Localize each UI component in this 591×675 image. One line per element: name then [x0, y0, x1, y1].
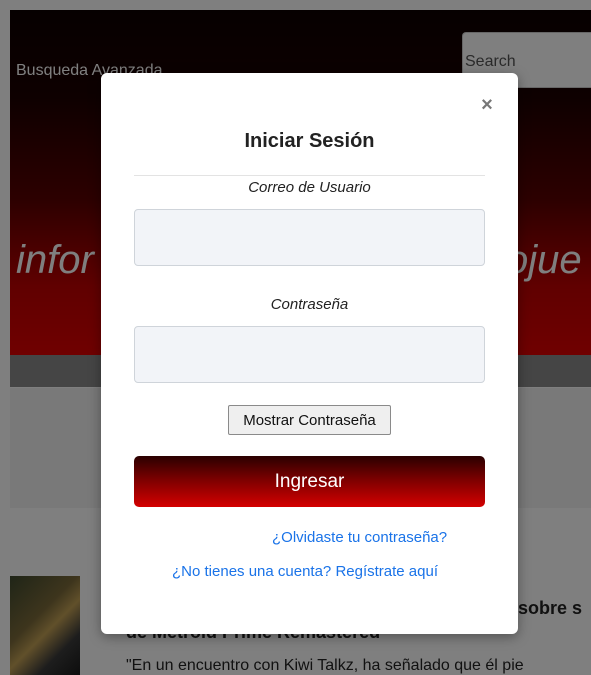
password-label: Contraseña	[270, 296, 349, 313]
email-label: Correo de Usuario	[248, 179, 371, 196]
close-icon[interactable]: ×	[476, 93, 498, 117]
email-field[interactable]	[134, 209, 485, 266]
title-divider	[134, 175, 485, 176]
password-field[interactable]	[134, 326, 485, 383]
register-link[interactable]: ¿No tienes una cuenta? Regístrate aquí	[172, 563, 438, 580]
show-password-button[interactable]: Mostrar Contraseña	[228, 405, 391, 435]
modal-title: Iniciar Sesión	[244, 130, 375, 152]
forgot-password-link[interactable]: ¿Olvidaste tu contraseña?	[272, 529, 447, 546]
login-submit-button[interactable]: Ingresar	[134, 456, 485, 507]
